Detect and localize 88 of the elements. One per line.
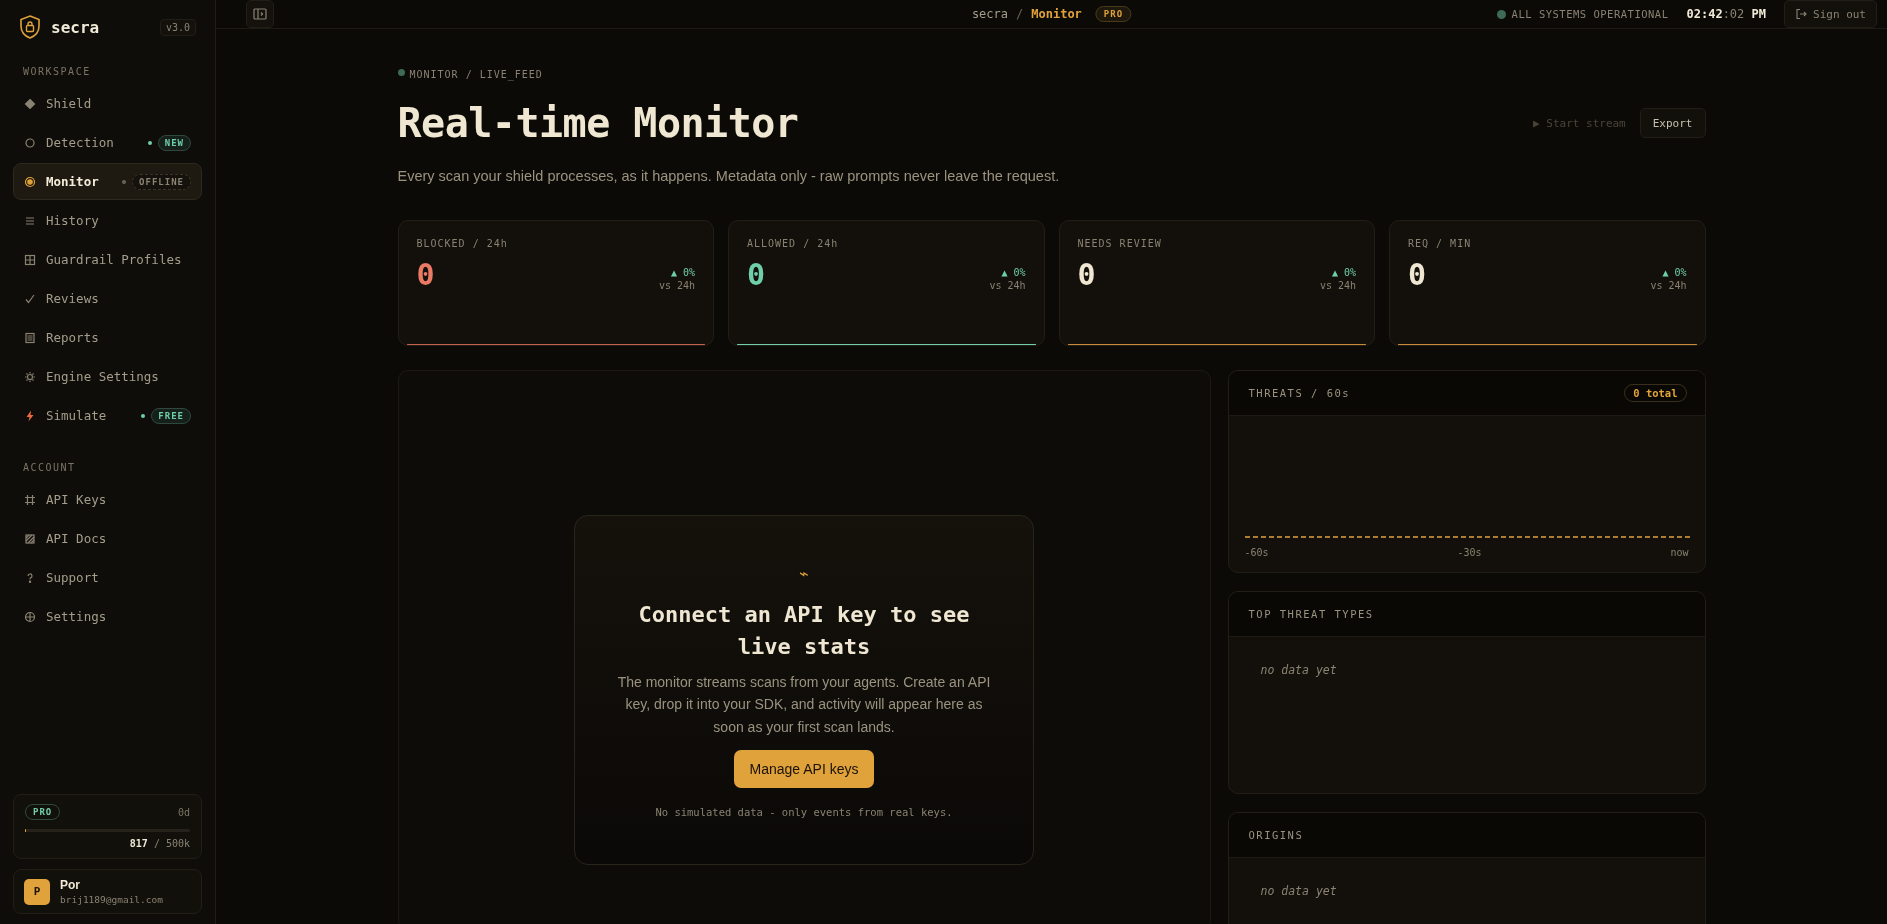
clock: 02:42:02 PM (1686, 7, 1766, 21)
sign-out-button[interactable]: Sign out (1784, 0, 1877, 28)
nav-badge: NEW (157, 134, 191, 151)
stat-compare: vs 24h (989, 280, 1026, 291)
list-icon (24, 214, 36, 227)
sidebar-toggle-button[interactable] (246, 0, 274, 28)
nav-item[interactable]: Guardrail Profiles (13, 241, 202, 278)
bolt-icon: ⌁ (799, 564, 809, 583)
stat-label: REQ / MIN (1408, 238, 1473, 249)
user-card[interactable]: P Por brij1189@gmail.com (13, 869, 202, 914)
empty-state-text: The monitor streams scans from your agents. Create an API key, drop it into your SDK, and activity will appear here as soon as your first scan lands. (616, 672, 992, 737)
nav-item[interactable]: Reports (13, 319, 202, 356)
status-dot-icon (147, 140, 152, 145)
stat-delta: ▲ 0% (1662, 267, 1687, 278)
stat-value: 0 (1077, 257, 1096, 292)
export-button[interactable]: Export (1639, 108, 1706, 138)
section-heading: ACCOUNT (22, 462, 77, 473)
stat-delta: ▲ 0% (1331, 267, 1356, 278)
user-email: brij1189@gmail.com (60, 894, 163, 905)
avatar: P (24, 878, 50, 905)
hash-icon (24, 493, 36, 506)
axis-label: -60s (1244, 547, 1269, 558)
sidebar-panel-icon (253, 8, 267, 20)
card-title: TOP THREAT TYPES (1248, 608, 1374, 620)
grid-icon (24, 253, 36, 266)
breadcrumb-link[interactable]: secra (971, 7, 1008, 21)
circle-icon (24, 136, 36, 149)
tier-badge: PRO (1095, 6, 1132, 22)
nav-item[interactable]: Support (13, 559, 202, 596)
plan-days: 0d (177, 806, 190, 818)
target-icon (24, 175, 36, 188)
page-subtitle: Every scan your shield processes, as it happens. Metadata only - raw prompts never leave the request. (397, 168, 1061, 184)
nav-item[interactable]: History (13, 202, 202, 239)
stat-label: BLOCKED / 24h (416, 238, 509, 249)
shield-lock-logo-icon (19, 15, 41, 39)
stat-label: NEEDS REVIEW (1077, 238, 1163, 249)
usage-text: 817 / 500k (128, 838, 190, 849)
breadcrumb-current: Monitor (1031, 7, 1082, 21)
empty-state-note: No simulated data - only events from real keys. (655, 805, 953, 818)
nav-item[interactable]: Monitor OFFLINE (13, 163, 202, 200)
brand-name: secra (51, 17, 101, 37)
stat-value: 0 (1408, 257, 1427, 292)
card-title: ORIGINS (1248, 829, 1304, 841)
version-badge: v3.0 (159, 18, 196, 36)
stat-delta: ▲ 0% (1001, 267, 1026, 278)
section-heading: WORKSPACE (22, 66, 92, 77)
settings-icon (24, 370, 36, 383)
nav-badge: FREE (151, 407, 191, 424)
nav-badge: OFFLINE (132, 173, 191, 190)
nav-item[interactable]: Reviews (13, 280, 202, 317)
axis-label: now (1670, 547, 1689, 558)
live-dot-icon (397, 69, 405, 76)
manage-api-keys-button[interactable]: Manage API keys (733, 749, 875, 788)
stat-compare: vs 24h (658, 280, 695, 291)
report-icon (24, 331, 36, 344)
diamond-icon (24, 97, 36, 110)
sign-out-icon (1795, 8, 1807, 20)
nav-item[interactable]: Shield (13, 85, 202, 122)
axis-label: -30s (1457, 547, 1482, 558)
empty-text: no data yet (1260, 663, 1338, 677)
status-text: ALL SYSTEMS OPERATIONAL (1511, 8, 1669, 20)
bolt-icon (24, 409, 36, 422)
nav-item[interactable]: Detection NEW (13, 124, 202, 161)
eyebrow-text: MONITOR / LIVE_FEED (409, 69, 543, 80)
stat-value: 0 (416, 257, 435, 292)
stat-label: ALLOWED / 24h (747, 238, 840, 249)
breadcrumb-separator: / (1016, 7, 1024, 21)
card-title: THREATS / 60s (1248, 387, 1351, 399)
status-dot-icon (122, 179, 127, 184)
page-title: Real-time Monitor (397, 100, 800, 146)
nav-item[interactable]: API Docs (13, 520, 202, 557)
nav-item[interactable]: Simulate FREE (13, 397, 202, 434)
stat-delta: ▲ 0% (670, 267, 695, 278)
question-icon (24, 571, 36, 584)
nav-item[interactable]: Settings (13, 598, 202, 635)
nav-item[interactable]: API Keys (13, 481, 202, 518)
globe-icon (24, 610, 36, 623)
check-icon (24, 292, 36, 305)
document-icon (24, 532, 36, 545)
user-name: Por (60, 878, 81, 892)
stat-compare: vs 24h (1650, 280, 1687, 291)
status-dot-icon (141, 413, 146, 418)
stat-compare: vs 24h (1319, 280, 1356, 291)
status-dot-icon (1496, 9, 1506, 19)
empty-text: no data yet (1260, 884, 1338, 898)
nav-item[interactable]: Engine Settings (13, 358, 202, 395)
empty-state-title: Connect an API key to see live stats (637, 601, 971, 661)
stat-value: 0 (747, 257, 766, 292)
